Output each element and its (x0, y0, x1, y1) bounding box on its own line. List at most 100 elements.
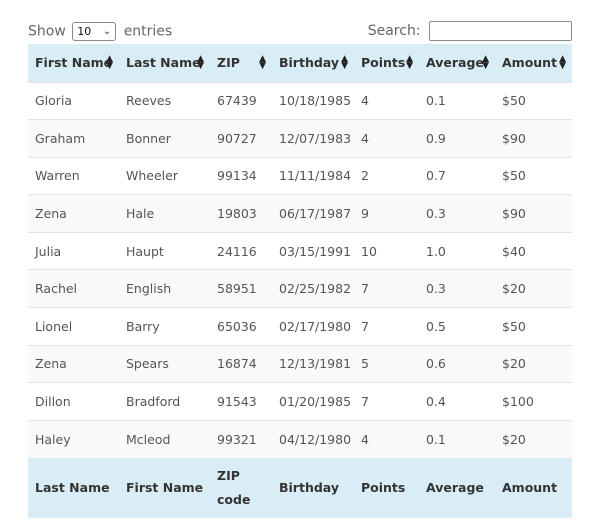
column-header-label: ZIP (217, 55, 240, 71)
column-header[interactable]: First Name ▲ ▼ (28, 44, 119, 82)
table-cell: 0.3 (419, 269, 495, 308)
table-cell: 0.1 (419, 419, 495, 458)
table-cell: 99134 (210, 156, 272, 195)
table-cell: $50 (495, 81, 572, 120)
table-row: Dillon Bradford 91543 01/20/1985 7 0.4 $100 (28, 382, 572, 421)
table-cell: Bonner (119, 119, 210, 158)
table-cell: 02/17/1980 (272, 307, 354, 346)
header-row: First Name ▲ ▼ Last Name ▲ ▼ ZIP ▲ ▼ Birthday ▲ ▼ Po… (28, 44, 572, 82)
table-cell: 4 (354, 119, 419, 158)
column-header[interactable]: Amount ▲ ▼ (495, 44, 572, 82)
column-header[interactable]: Last Name ▲ ▼ (119, 44, 210, 82)
table-cell: 99321 (210, 419, 272, 458)
table-row: Haley Mcleod 99321 04/12/1980 4 0.1 $20 (28, 419, 572, 458)
table-cell: 2 (354, 156, 419, 195)
table-cell: Graham (28, 119, 119, 158)
table-cell: 0.3 (419, 194, 495, 233)
table-row: Zena Hale 19803 06/17/1987 9 0.3 $90 (28, 194, 572, 233)
table-cell: 01/20/1985 (272, 382, 354, 421)
table-cell: Reeves (119, 81, 210, 120)
show-label: Show (28, 23, 66, 40)
table-cell: Bradford (119, 382, 210, 421)
table-row: Gloria Reeves 67439 10/18/1985 4 0.1 $50 (28, 81, 572, 120)
table-cell: 9 (354, 194, 419, 233)
column-header[interactable]: Average ▲ ▼ (419, 44, 495, 82)
footer-cell: Birthday (272, 457, 354, 518)
table-cell: 1.0 (419, 231, 495, 270)
column-header[interactable]: Points ▲ ▼ (354, 44, 419, 82)
sort-both-icon: ▲ ▼ (197, 53, 204, 71)
entries-select[interactable]: 10 ⌄ (72, 22, 117, 41)
table-row: Warren Wheeler 99134 11/11/1984 2 0.7 $50 (28, 156, 572, 195)
table-cell: Rachel (28, 269, 119, 308)
table-cell: 4 (354, 419, 419, 458)
table-cell: Haupt (119, 231, 210, 270)
table-toolbar: Show 10 ⌄ entries Search: (28, 20, 572, 44)
table-cell: 24116 (210, 231, 272, 270)
table-cell: English (119, 269, 210, 308)
entries-label: entries (123, 23, 173, 40)
entries-length-control: Show 10 ⌄ entries (28, 22, 172, 41)
search-input[interactable] (429, 21, 572, 41)
table-cell: 19803 (210, 194, 272, 233)
table-cell: Warren (28, 156, 119, 195)
table-row: Rachel English 58951 02/25/1982 7 0.3 $20 (28, 269, 572, 308)
column-header-label: Points (361, 55, 406, 71)
column-header[interactable]: ZIP ▲ ▼ (210, 44, 272, 82)
search-control: Search: (368, 21, 572, 41)
footer-cell: Average (419, 457, 495, 518)
table-cell: 5 (354, 344, 419, 383)
table-cell: 0.1 (419, 81, 495, 120)
footer-row: Last Name First Name ZIP code Birthday Point… (28, 457, 572, 518)
table-cell: Spears (119, 344, 210, 383)
table-cell: $20 (495, 344, 572, 383)
sort-both-icon: ▲ ▼ (106, 53, 113, 71)
table-cell: Zena (28, 344, 119, 383)
footer-cell: Points (354, 457, 419, 518)
table-cell: 12/07/1983 (272, 119, 354, 158)
column-header[interactable]: Birthday ▲ ▼ (272, 44, 354, 82)
table-cell: 91543 (210, 382, 272, 421)
table-cell: 7 (354, 382, 419, 421)
table-row: Graham Bonner 90727 12/07/1983 4 0.9 $90 (28, 119, 572, 158)
table-cell: 7 (354, 307, 419, 346)
table-cell: 0.7 (419, 156, 495, 195)
sort-both-icon: ▲ ▼ (406, 53, 413, 71)
table-row: Lionel Barry 65036 02/17/1980 7 0.5 $50 (28, 307, 572, 346)
table-cell: Gloria (28, 81, 119, 120)
table-row: Zena Spears 16874 12/13/1981 5 0.6 $20 (28, 344, 572, 383)
footer-cell: ZIP code (210, 457, 272, 518)
table-cell: $20 (495, 419, 572, 458)
table-cell: $100 (495, 382, 572, 421)
table-header: First Name ▲ ▼ Last Name ▲ ▼ ZIP ▲ ▼ Birthday ▲ ▼ Po… (28, 44, 572, 82)
table-cell: Haley (28, 419, 119, 458)
table-cell: Barry (119, 307, 210, 346)
footer-cell: Amount (495, 457, 572, 518)
column-header-label: Amount (502, 55, 558, 71)
table-body: Gloria Reeves 67439 10/18/1985 4 0.1 $50 Graham… (28, 81, 572, 458)
table-cell: 90727 (210, 119, 272, 158)
table-cell: Dillon (28, 382, 119, 421)
table-cell: $50 (495, 307, 572, 346)
datatable-widget: Show 10 ⌄ entries Search: First Name ▲ ▼ La… (0, 0, 600, 523)
sort-both-icon: ▲ ▼ (482, 53, 489, 71)
table-cell: Lionel (28, 307, 119, 346)
table-cell: Mcleod (119, 419, 210, 458)
table-cell: $90 (495, 194, 572, 233)
table-cell: 04/12/1980 (272, 419, 354, 458)
table-cell: Hale (119, 194, 210, 233)
table-cell: 67439 (210, 81, 272, 120)
search-label: Search: (367, 23, 421, 39)
sort-both-icon: ▲ ▼ (341, 53, 348, 71)
table-cell: Wheeler (119, 156, 210, 195)
column-header-label: Average (426, 55, 484, 71)
footer-cell: Last Name (28, 457, 119, 518)
table-cell: $90 (495, 119, 572, 158)
footer-cell: First Name (119, 457, 210, 518)
table-row: Julia Haupt 24116 03/15/1991 10 1.0 $40 (28, 231, 572, 270)
table-cell: 65036 (210, 307, 272, 346)
chevron-down-icon: ⌄ (102, 26, 112, 37)
table-cell: $50 (495, 156, 572, 195)
sort-both-icon: ▲ ▼ (559, 53, 566, 71)
table-cell: 4 (354, 81, 419, 120)
